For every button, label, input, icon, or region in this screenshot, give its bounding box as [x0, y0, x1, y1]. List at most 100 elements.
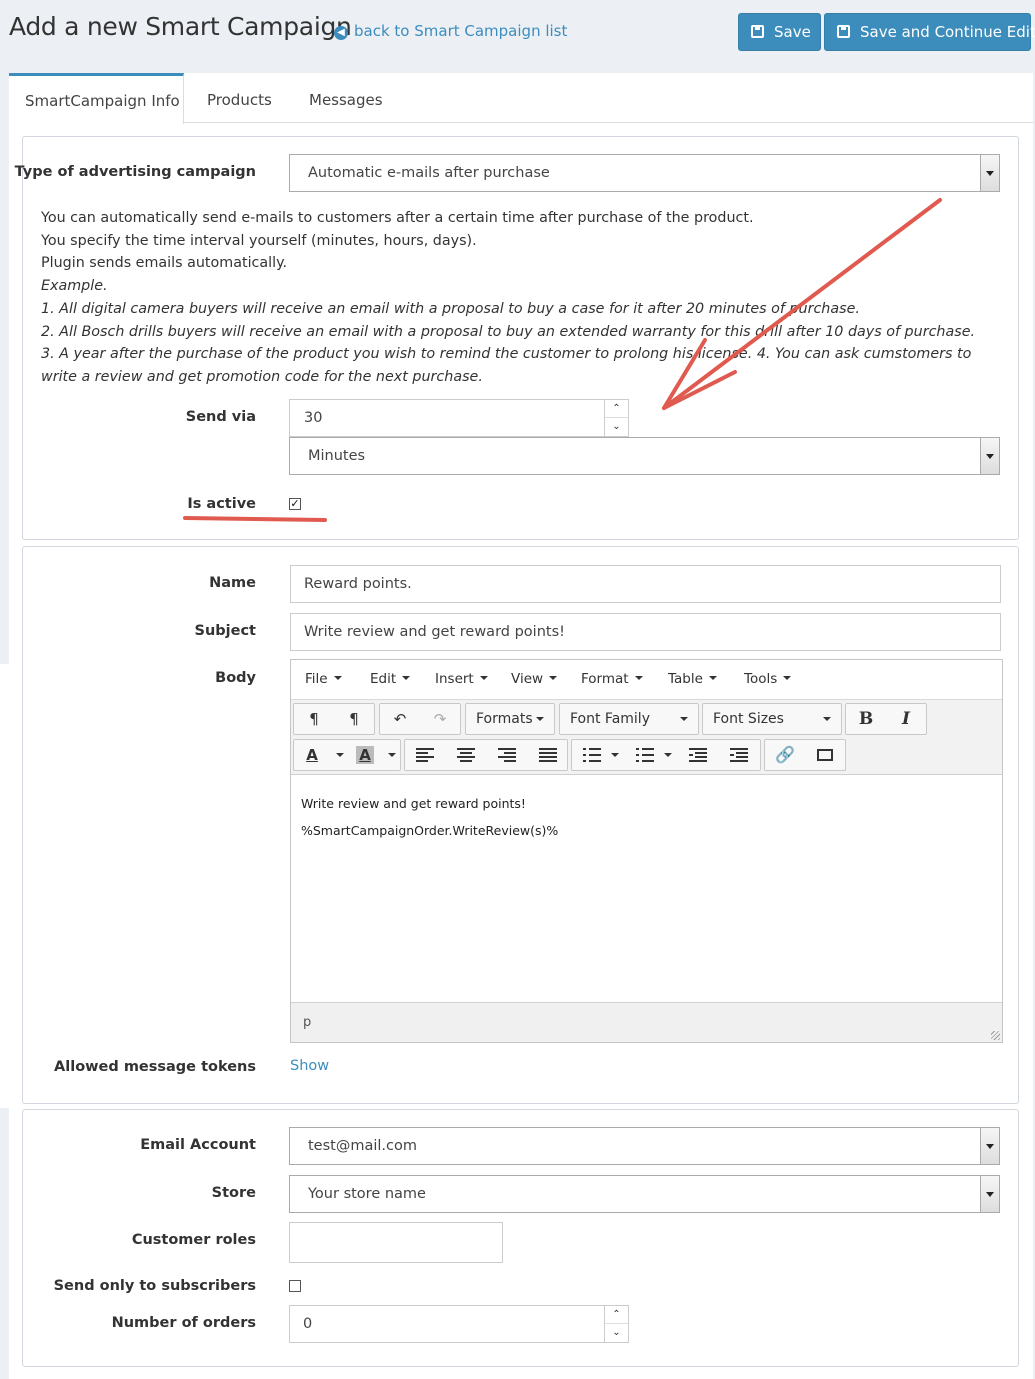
customer-roles-label: Customer roles [131, 1232, 256, 1248]
send-via-input[interactable]: 30 ⌃ ⌄ [289, 399, 629, 437]
menu-insert-label: Insert [435, 671, 474, 687]
tab-messages[interactable]: Messages [293, 73, 399, 123]
customer-roles-input[interactable] [289, 1222, 503, 1263]
redo-icon[interactable]: ↷ [420, 704, 460, 734]
chevron-down-icon[interactable] [980, 438, 999, 474]
color-group: A A [293, 739, 401, 771]
tab-smartcampaign-info[interactable]: SmartCampaign Info [9, 73, 184, 124]
history-group: ↶ ↷ [379, 703, 461, 735]
align-justify-icon[interactable] [539, 748, 557, 762]
chevron-down-icon[interactable] [980, 155, 999, 191]
image-icon[interactable] [805, 740, 845, 770]
email-account-select[interactable]: test@mail.com [289, 1127, 1000, 1165]
menu-tools-label: Tools [744, 671, 778, 687]
is-active-label: Is active [187, 496, 256, 512]
font-family-dropdown[interactable]: Font Family [559, 703, 699, 735]
editor-menubar: File Edit Insert View Format Table Tools [291, 660, 1002, 700]
formats-dropdown[interactable]: Formats [465, 703, 555, 735]
caret-down-icon [333, 676, 342, 680]
floppy-disk-icon [837, 25, 850, 38]
align-center-icon[interactable] [457, 748, 475, 762]
caret-down-icon [536, 717, 544, 721]
caret-down-icon[interactable] [388, 753, 396, 757]
editor-content[interactable]: Write review and get reward points! %Sma… [291, 776, 1002, 1002]
font-family-label-box: Font Family [560, 704, 698, 734]
send-via-unit-select[interactable]: Minutes [289, 437, 1000, 475]
store-select[interactable]: Your store name [289, 1175, 1000, 1213]
arrow-circle-left-icon: ◀ [334, 26, 348, 40]
menu-insert[interactable]: Insert [435, 671, 488, 687]
settings-panel: Email Account test@mail.com Store Your s… [22, 1109, 1019, 1367]
save-button[interactable]: Save [738, 13, 821, 51]
bullet-list-icon[interactable] [583, 748, 601, 762]
resize-handle-icon[interactable] [991, 1031, 1000, 1040]
caret-down-icon[interactable] [336, 753, 344, 757]
align-right-icon[interactable] [498, 748, 516, 762]
chevron-down-icon[interactable] [980, 1128, 999, 1164]
menu-tools[interactable]: Tools [744, 671, 792, 687]
menu-file[interactable]: File [305, 671, 342, 687]
outdent-icon[interactable] [689, 748, 707, 762]
send-via-label: Send via [185, 409, 256, 425]
align-left-icon[interactable] [416, 748, 434, 762]
menu-format[interactable]: Format [581, 671, 643, 687]
caret-down-icon [634, 676, 643, 680]
example-line: 2. All Bosch drills buyers will receive … [41, 323, 976, 340]
show-tokens-link[interactable]: Show [290, 1058, 329, 1074]
formats-label: Formats [476, 711, 533, 727]
formats-label-box: Formats [466, 704, 554, 734]
font-sizes-dropdown[interactable]: Font Sizes [702, 703, 842, 735]
indent-icon[interactable] [730, 748, 748, 762]
store-label: Store [211, 1185, 256, 1201]
undo-icon[interactable]: ↶ [380, 704, 420, 734]
caret-down-icon [680, 717, 688, 721]
menu-table-label: Table [668, 671, 703, 687]
chevron-up-icon[interactable]: ⌃ [605, 1306, 628, 1324]
example-line: 3. A year after the purchase of the prod… [41, 346, 972, 385]
background-color-icon: A [356, 746, 374, 764]
font-sizes-label: Font Sizes [713, 711, 784, 727]
send-via-unit-value: Minutes [308, 448, 366, 464]
chevron-up-icon[interactable]: ⌃ [605, 400, 628, 418]
subject-label: Subject [194, 623, 256, 639]
menu-edit[interactable]: Edit [370, 671, 411, 687]
back-to-list-link[interactable]: ◀ back to Smart Campaign list [334, 22, 567, 40]
direction-group: ¶ ¶ [293, 703, 375, 735]
name-input[interactable]: Reward points. [290, 565, 1001, 603]
tab-products[interactable]: Products [191, 73, 288, 123]
campaign-type-label: Type of advertising campaign [14, 164, 256, 180]
numbered-list-icon[interactable] [636, 748, 654, 762]
menu-view[interactable]: View [511, 671, 558, 687]
editor-paragraph: %SmartCampaignOrder.WriteReview(s)% [301, 823, 559, 838]
italic-icon[interactable]: I [886, 704, 926, 734]
example-heading: Example. [41, 278, 108, 295]
rtl-icon[interactable]: ¶ [334, 704, 374, 734]
caret-down-icon [402, 676, 411, 680]
page-title: Add a new Smart Campaign [9, 12, 352, 41]
element-path[interactable]: p [303, 1015, 311, 1030]
menu-table[interactable]: Table [668, 671, 717, 687]
editor-paragraph: Write review and get reward points! [301, 796, 526, 811]
subject-input[interactable]: Write review and get reward points! [290, 613, 1001, 651]
bold-icon[interactable]: B [846, 704, 886, 734]
caret-down-icon[interactable] [664, 753, 672, 757]
caret-down-icon[interactable] [611, 753, 619, 757]
subscribers-checkbox[interactable] [289, 1280, 301, 1292]
campaign-description: You can automatically send e-mails to cu… [41, 207, 1011, 389]
chevron-down-icon[interactable]: ⌄ [605, 1324, 628, 1342]
email-account-value: test@mail.com [308, 1138, 417, 1154]
ltr-icon[interactable]: ¶ [294, 704, 334, 734]
save-continue-button[interactable]: Save and Continue Edit [824, 13, 1035, 51]
email-account-label: Email Account [140, 1137, 256, 1153]
background-color-button[interactable]: A [350, 740, 380, 770]
chevron-down-icon[interactable] [980, 1176, 999, 1212]
number-of-orders-input[interactable]: 0 ⌃ ⌄ [289, 1305, 629, 1343]
campaign-type-select[interactable]: Automatic e-mails after purchase [289, 154, 1000, 192]
link-icon[interactable]: 🔗 [765, 740, 805, 770]
is-active-checkbox[interactable]: ✓ [289, 498, 301, 510]
text-color-icon[interactable]: A [294, 740, 330, 770]
back-link-label: back to Smart Campaign list [354, 22, 568, 40]
chevron-down-icon[interactable]: ⌄ [605, 418, 628, 436]
rich-text-editor: File Edit Insert View Format Table Tools… [290, 659, 1003, 1043]
description-line: You specify the time interval yourself (… [41, 232, 477, 249]
